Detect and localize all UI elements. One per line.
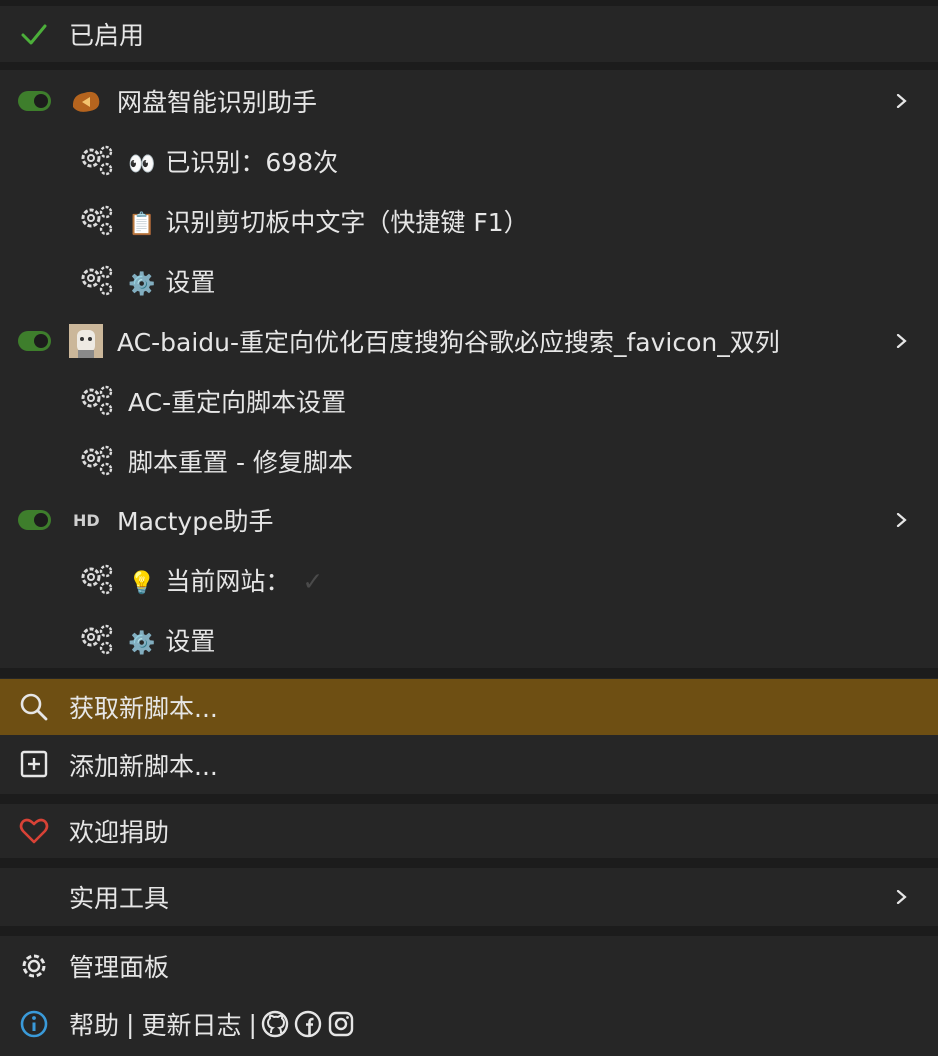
- dual-gear-icon: [81, 445, 113, 476]
- search-icon: [20, 693, 48, 721]
- command-label: 已识别：698次: [165, 148, 339, 177]
- facebook-icon[interactable]: [294, 1010, 322, 1038]
- command-label-wrap: ⚙️ 设置: [128, 622, 215, 658]
- toggle-switch[interactable]: [18, 331, 51, 351]
- toggle-switch[interactable]: [18, 510, 51, 530]
- separator: |: [248, 1009, 257, 1039]
- command-label: AC-重定向脚本设置: [128, 388, 347, 417]
- menu-command[interactable]: AC-重定向脚本设置: [0, 371, 938, 431]
- changelog-link[interactable]: 更新日志: [141, 1006, 241, 1042]
- gear-icon: [22, 954, 46, 978]
- utilities-label: 实用工具: [69, 884, 170, 913]
- command-label-wrap: ⚙️ 设置: [128, 263, 215, 299]
- menu-command[interactable]: 脚本重置 - 修复脚本: [0, 431, 938, 491]
- command-label: 当前网站：: [165, 567, 291, 596]
- clipboard-icon: 📋: [128, 212, 156, 237]
- divider: [0, 62, 938, 70]
- menu-command[interactable]: ⚙️ 设置: [0, 610, 938, 670]
- lightbulb-icon: 💡: [128, 571, 156, 596]
- checkmark-icon: [21, 24, 47, 45]
- gear-emoji-icon: ⚙️: [128, 631, 156, 656]
- github-icon[interactable]: [261, 1010, 289, 1038]
- command-label-wrap: 👀 已识别：698次: [128, 143, 338, 179]
- dashboard-item[interactable]: 管理面板: [0, 936, 938, 996]
- script-item-ac-baidu[interactable]: AC-baidu-重定向优化百度搜狗谷歌必应搜索_favicon_双列: [0, 311, 938, 371]
- add-new-script-item[interactable]: 添加新脚本...: [0, 736, 938, 794]
- eyes-icon: 👀: [128, 152, 156, 177]
- command-label-wrap: 💡 当前网站： ✓: [128, 562, 323, 598]
- command-label: 设置: [165, 627, 216, 656]
- help-links: 帮助 | 更新日志 |: [69, 1006, 355, 1042]
- enabled-label: 已启用: [69, 21, 145, 50]
- help-item[interactable]: 帮助 | 更新日志 |: [0, 994, 938, 1054]
- add-new-label: 添加新脚本...: [69, 752, 218, 781]
- dual-gear-icon: [81, 564, 113, 595]
- help-link[interactable]: 帮助: [69, 1006, 119, 1042]
- toggle-switch[interactable]: [18, 91, 51, 111]
- script-favicon-icon: [72, 91, 100, 112]
- info-icon: [20, 1010, 48, 1038]
- script-name: AC-baidu-重定向优化百度搜狗谷歌必应搜索_favicon_双列: [117, 328, 780, 357]
- command-label: 设置: [165, 268, 216, 297]
- donate-item[interactable]: 欢迎捐助: [0, 801, 938, 861]
- dual-gear-icon: [81, 145, 113, 176]
- hd-badge: HD: [73, 510, 100, 530]
- dual-gear-icon: [81, 385, 113, 416]
- script-item-netdisk[interactable]: 网盘智能识别助手: [0, 71, 938, 131]
- find-new-scripts-item[interactable]: 获取新脚本...: [0, 679, 938, 735]
- command-label: 脚本重置 - 修复脚本: [128, 448, 353, 477]
- dashboard-label: 管理面板: [69, 953, 170, 982]
- command-label: 识别剪切板中文字（快捷键 F1）: [165, 208, 529, 237]
- menu-command[interactable]: 📋 识别剪切板中文字（快捷键 F1）: [0, 191, 938, 251]
- instagram-icon[interactable]: [327, 1010, 355, 1038]
- menu-command[interactable]: ⚙️ 设置: [0, 251, 938, 311]
- donate-label: 欢迎捐助: [69, 818, 170, 847]
- find-new-label: 获取新脚本...: [69, 694, 218, 723]
- script-name: Mactype助手: [117, 507, 274, 536]
- status-check: ✓: [302, 567, 324, 596]
- heart-icon: [19, 818, 49, 844]
- utilities-item[interactable]: 实用工具: [0, 867, 938, 927]
- chevron-right-icon[interactable]: [894, 94, 908, 108]
- dual-gear-icon: [81, 205, 113, 236]
- menu-command[interactable]: 💡 当前网站： ✓: [0, 550, 938, 610]
- enabled-header: 已启用: [0, 4, 938, 64]
- gear-emoji-icon: ⚙️: [128, 272, 156, 297]
- script-name: 网盘智能识别助手: [117, 88, 318, 117]
- command-label-wrap: 📋 识别剪切板中文字（快捷键 F1）: [128, 203, 529, 239]
- menu-command[interactable]: 👀 已识别：698次: [0, 131, 938, 191]
- chevron-right-icon[interactable]: [894, 513, 908, 527]
- script-item-mactype[interactable]: HD Mactype助手: [0, 490, 938, 550]
- add-square-icon: [20, 750, 48, 778]
- chevron-right-icon[interactable]: [894, 334, 908, 348]
- script-avatar-icon: [69, 324, 103, 358]
- dual-gear-icon: [81, 265, 113, 296]
- separator: |: [126, 1009, 135, 1039]
- chevron-right-icon[interactable]: [894, 890, 908, 904]
- dual-gear-icon: [81, 624, 113, 655]
